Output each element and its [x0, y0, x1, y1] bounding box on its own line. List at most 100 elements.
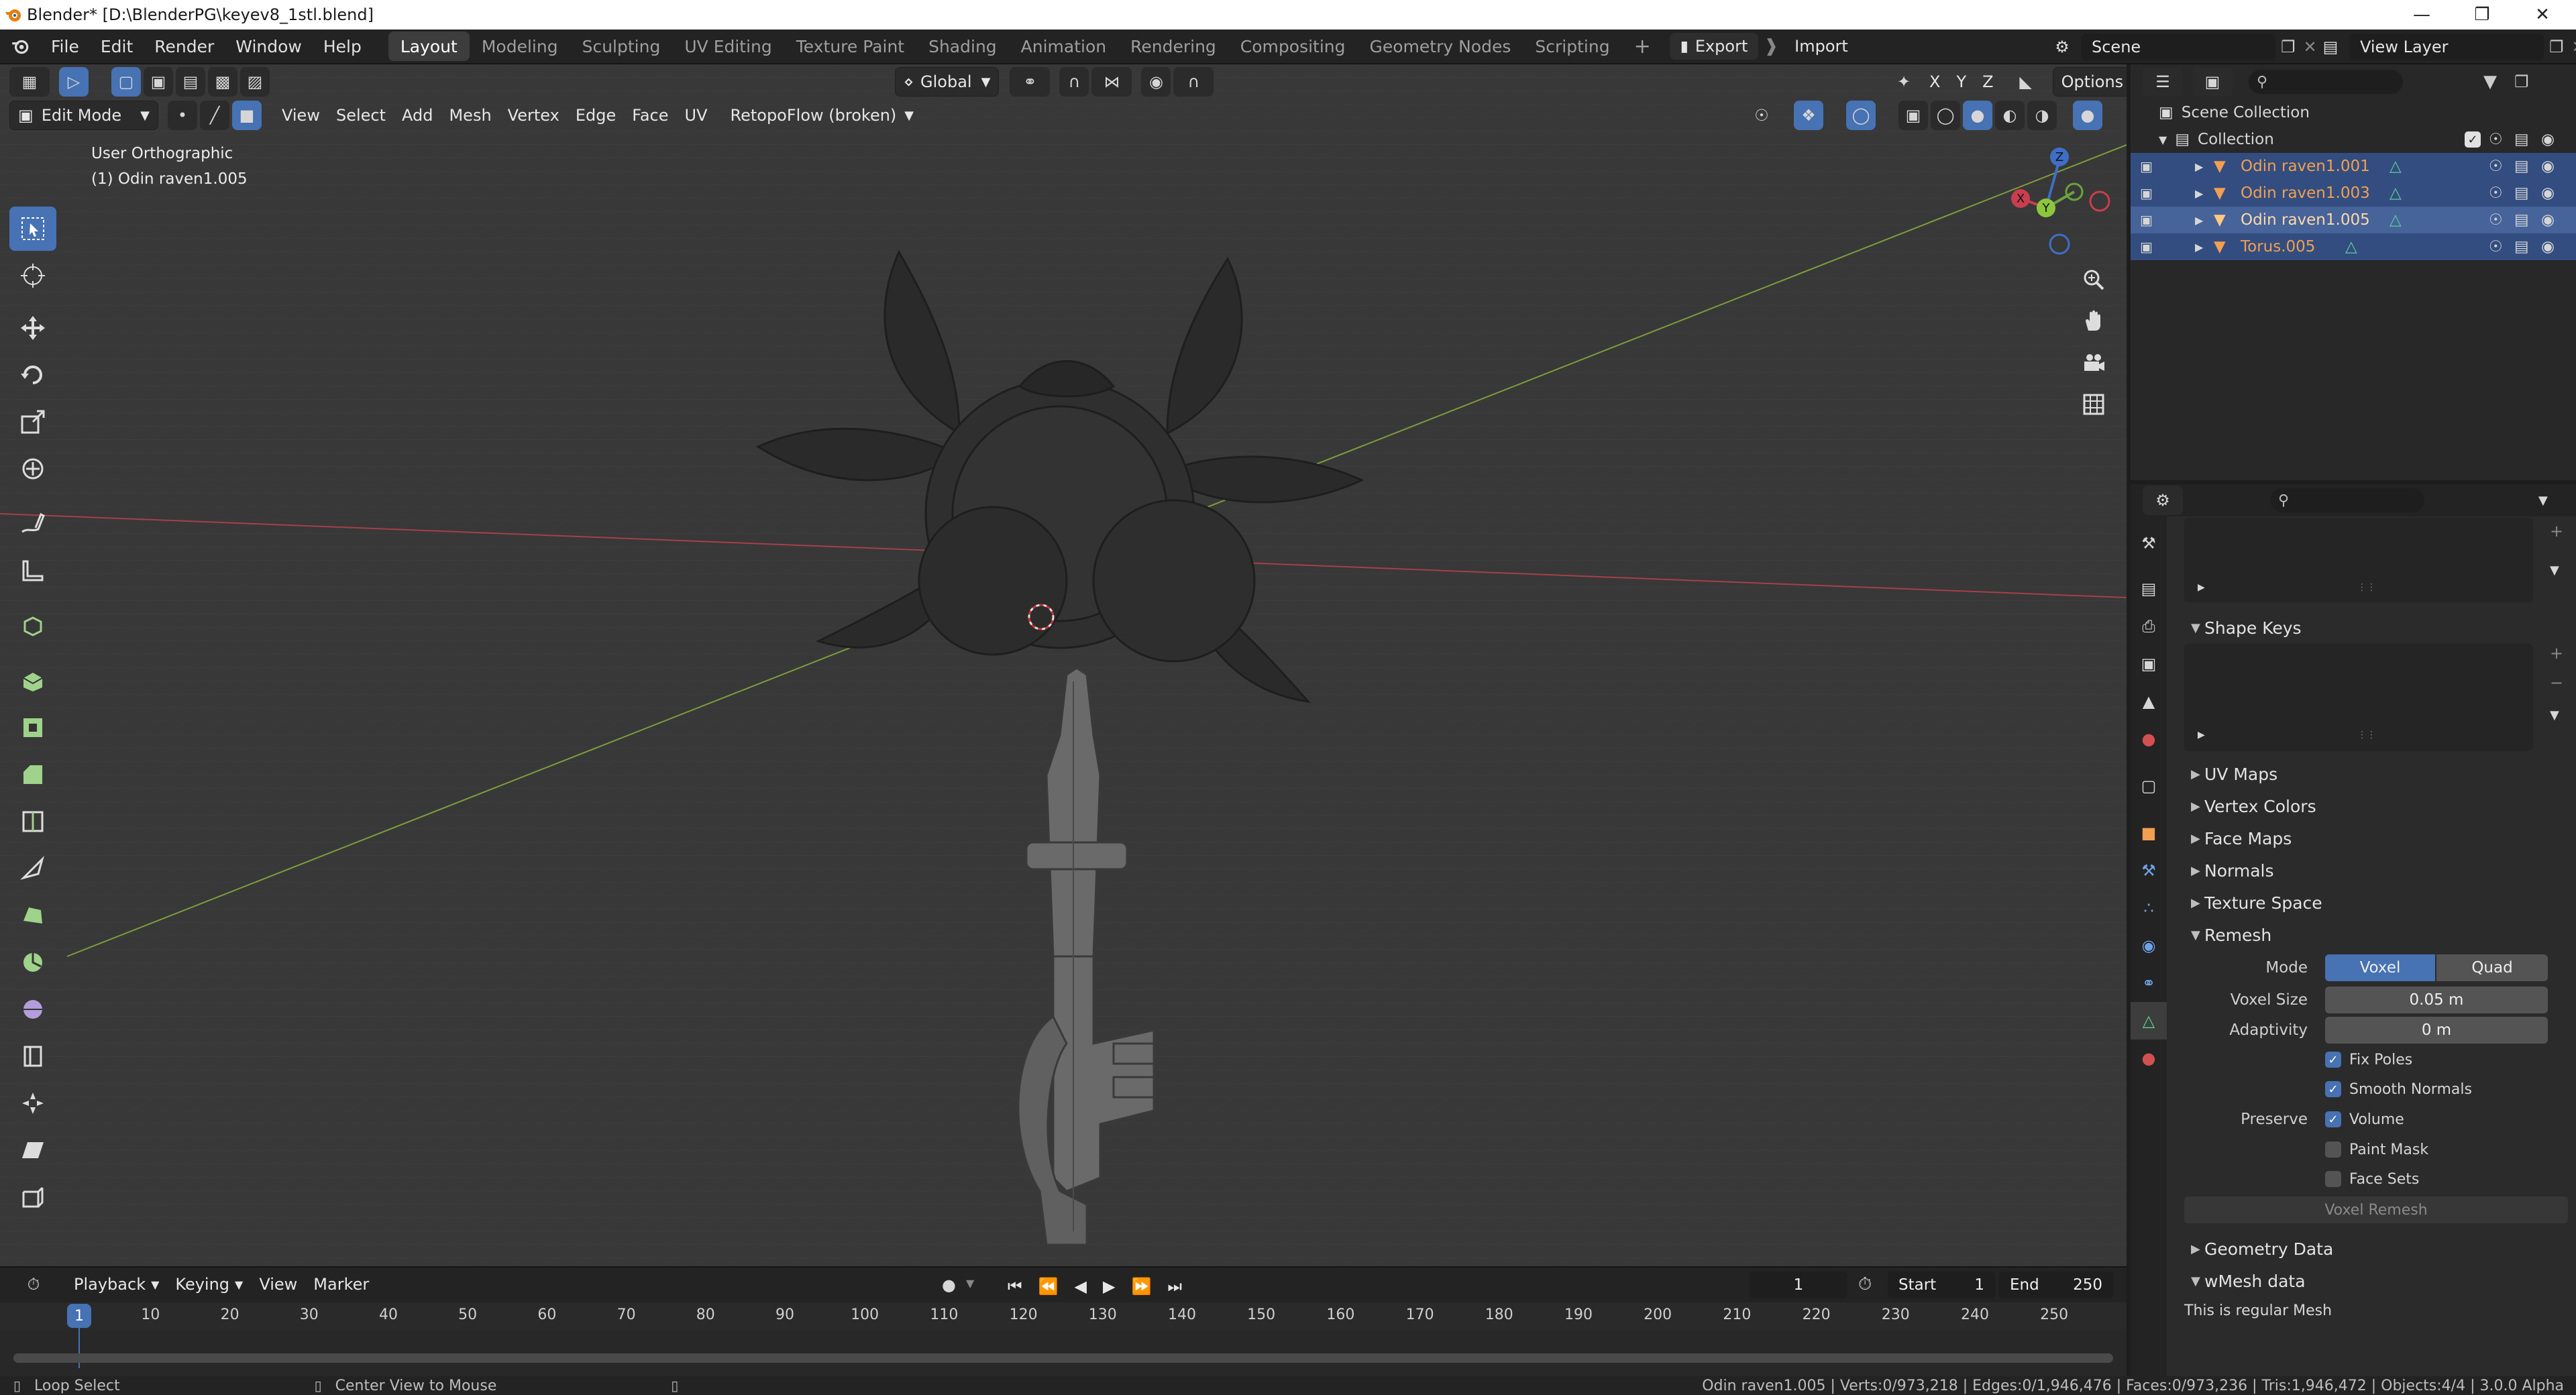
- object-tab-icon[interactable]: ■: [2131, 814, 2167, 852]
- timeline-track-area[interactable]: [0, 1329, 2127, 1376]
- menu-mesh[interactable]: Mesh: [441, 101, 499, 130]
- uv-maps-panel-header[interactable]: ▶ UV Maps: [2178, 758, 2576, 790]
- smooth-tool-icon[interactable]: [9, 987, 56, 1031]
- poly-build-tool-icon[interactable]: [9, 893, 56, 938]
- select-mode-intersect-icon[interactable]: ▨: [240, 67, 270, 97]
- collection-exclude-checkbox[interactable]: ✓: [2465, 131, 2481, 148]
- pan-hand-icon[interactable]: [2073, 300, 2114, 342]
- menu-vertex[interactable]: Vertex: [500, 101, 568, 130]
- select-mode-new-icon[interactable]: ▢: [111, 67, 141, 97]
- render-camera-icon[interactable]: ◉: [2541, 158, 2555, 175]
- auto-keying-icon[interactable]: ●: [942, 1276, 956, 1294]
- menu-edge[interactable]: Edge: [568, 101, 624, 130]
- rotate-tool-icon[interactable]: [9, 353, 56, 397]
- expand-right-icon[interactable]: ▶: [2198, 730, 2205, 740]
- render-camera-icon[interactable]: ◉: [2541, 184, 2555, 202]
- add-icon[interactable]: +: [2550, 522, 2563, 541]
- fix-poles-row[interactable]: ✓ Fix Poles: [2178, 1045, 2576, 1074]
- axis-z-toggle[interactable]: Z: [1974, 67, 2001, 97]
- options-dropdown[interactable]: Options ▼: [2052, 67, 2127, 97]
- smooth-normals-checkbox[interactable]: ✓: [2325, 1081, 2341, 1097]
- modifier-tab-icon[interactable]: ⚒: [2131, 852, 2167, 889]
- render-camera-icon[interactable]: ◉: [2541, 238, 2555, 256]
- paint-mask-row[interactable]: Paint Mask: [2178, 1135, 2576, 1164]
- tab-sculpting[interactable]: Sculpting: [570, 32, 673, 61]
- menu-select[interactable]: Select: [328, 101, 394, 130]
- play-icon[interactable]: ▶: [1095, 1272, 1123, 1301]
- zoom-icon[interactable]: [2073, 259, 2114, 300]
- chevron-down-icon[interactable]: ▼: [2550, 563, 2559, 577]
- menu-add[interactable]: Add: [394, 101, 441, 130]
- solid-shading-icon[interactable]: ●: [1963, 101, 1992, 130]
- timeline-editor-type-icon[interactable]: ⏱: [13, 1270, 54, 1299]
- tab-modeling[interactable]: Modeling: [470, 32, 570, 61]
- face-sets-row[interactable]: Face Sets: [2178, 1164, 2576, 1194]
- menu-help[interactable]: Help: [313, 29, 372, 64]
- voxel-size-field[interactable]: 0.05 m: [2325, 987, 2548, 1013]
- output-tab-icon[interactable]: ⎙: [2131, 608, 2167, 645]
- tab-animation[interactable]: Animation: [1009, 32, 1118, 61]
- material-shading-icon[interactable]: ◐: [1995, 101, 2025, 130]
- new-collection-icon[interactable]: ❐: [2514, 72, 2529, 91]
- mirror-icon[interactable]: ✦: [1889, 67, 1919, 97]
- view-layer-selector[interactable]: ▤ View Layer ❐ ✕: [2312, 32, 2576, 62]
- monitor-icon[interactable]: ▤: [2514, 184, 2529, 202]
- edge-slide-tool-icon[interactable]: [9, 1034, 56, 1078]
- expand-right-icon[interactable]: ▶: [2198, 582, 2205, 593]
- world-tab-icon[interactable]: ●: [2131, 720, 2167, 758]
- expand-right-icon[interactable]: ▶: [2195, 214, 2203, 227]
- copy-view-layer-icon[interactable]: ❐: [2549, 38, 2564, 56]
- add-workspace-button[interactable]: +: [1622, 32, 1663, 61]
- vertex-select-icon[interactable]: •: [168, 101, 197, 130]
- eye-icon[interactable]: ☉: [2489, 238, 2503, 256]
- eye-icon[interactable]: ☉: [2489, 131, 2503, 148]
- edit-mode-indicator-icon[interactable]: ▣: [2140, 239, 2153, 255]
- add-icon[interactable]: +: [2550, 644, 2563, 663]
- jump-keyframe-forward-icon[interactable]: ⏩: [1123, 1272, 1159, 1301]
- monitor-icon[interactable]: ▤: [2514, 158, 2529, 175]
- snap-icon[interactable]: ∩: [1059, 67, 1089, 97]
- normals-panel-header[interactable]: ▶ Normals: [2178, 854, 2576, 887]
- remove-icon[interactable]: −: [2550, 673, 2563, 692]
- overlay-toggle-icon[interactable]: ◯: [1846, 101, 1876, 130]
- cursor-tool-icon[interactable]: [9, 254, 56, 298]
- retopoflow-menu[interactable]: RetopoFlow (broken) ▼: [722, 101, 922, 130]
- shape-keys-panel-header[interactable]: ▼ Shape Keys: [2178, 612, 2576, 644]
- outliner-object-row[interactable]: ▣ ▶ ▼ Odin raven1.001 △ ☉ ▤ ◉: [2131, 153, 2576, 180]
- knife-tool-icon[interactable]: [9, 846, 56, 891]
- chevron-down-icon[interactable]: ▼: [2538, 494, 2548, 508]
- pivot-point-icon[interactable]: ⚭: [1010, 67, 1051, 97]
- xray-toggle-icon[interactable]: ▣: [1898, 101, 1928, 130]
- blender-menu-icon[interactable]: [0, 29, 40, 64]
- shrink-fatten-tool-icon[interactable]: [9, 1081, 56, 1125]
- proportional-edit-icon[interactable]: ◉: [1141, 67, 1171, 97]
- outliner-object-row-active[interactable]: ▣ ▶ ▼ Odin raven1.005 △ ☉ ▤ ◉: [2131, 207, 2576, 233]
- timeline-view-menu[interactable]: View: [251, 1270, 305, 1299]
- render-camera-icon[interactable]: ◉: [2541, 211, 2555, 229]
- face-sets-checkbox[interactable]: [2325, 1171, 2341, 1187]
- scene-collection-row[interactable]: ▣ Scene Collection: [2131, 99, 2576, 126]
- bevel-tool-icon[interactable]: [9, 752, 56, 797]
- paint-mask-checkbox[interactable]: [2325, 1141, 2341, 1158]
- axis-x-toggle[interactable]: X: [1921, 67, 1948, 97]
- rendered-shading-icon[interactable]: ◑: [2027, 101, 2057, 130]
- edit-mode-indicator-icon[interactable]: ▣: [2140, 158, 2153, 174]
- tab-layout[interactable]: Layout: [388, 32, 470, 61]
- monitor-icon[interactable]: ▤: [2514, 211, 2529, 229]
- face-maps-panel-header[interactable]: ▶ Face Maps: [2178, 822, 2576, 854]
- remove-view-layer-icon[interactable]: ✕: [2572, 38, 2576, 56]
- eye-icon[interactable]: ☉: [2489, 211, 2503, 229]
- menu-uv[interactable]: UV: [677, 101, 716, 130]
- constraints-tab-icon[interactable]: ⚭: [2131, 964, 2167, 1002]
- eye-icon[interactable]: ☉: [2489, 158, 2503, 175]
- voxel-remesh-button[interactable]: Voxel Remesh: [2184, 1196, 2568, 1223]
- properties-search-input[interactable]: ⚲: [2270, 488, 2424, 512]
- timeline-scrollbar[interactable]: [13, 1353, 2113, 1363]
- collection-tab-icon[interactable]: ▢: [2131, 767, 2167, 805]
- fix-poles-checkbox[interactable]: ✓: [2325, 1052, 2341, 1068]
- jump-end-icon[interactable]: ⏭: [1159, 1272, 1190, 1301]
- select-box-tool-icon[interactable]: ▷: [59, 67, 89, 97]
- smooth-normals-row[interactable]: ✓ Smooth Normals: [2178, 1074, 2576, 1104]
- mode-quad-button[interactable]: Quad: [2436, 954, 2548, 981]
- display-mode-icon[interactable]: ▣: [2192, 67, 2233, 97]
